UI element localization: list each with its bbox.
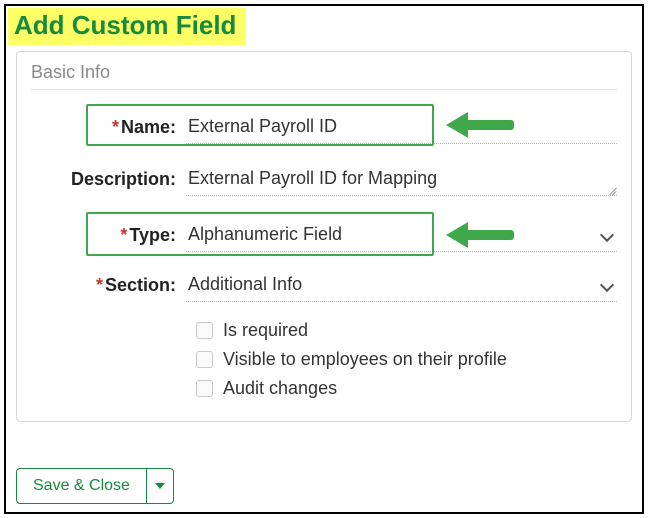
panel-heading: Basic Info bbox=[31, 62, 617, 90]
resize-handle-icon[interactable] bbox=[607, 185, 617, 195]
save-and-close-button[interactable]: Save & Close bbox=[16, 468, 146, 504]
panel-basic-info: Basic Info *Name: Description: External … bbox=[16, 51, 632, 422]
checkbox-icon bbox=[196, 380, 213, 397]
checkbox-label: Is required bbox=[223, 320, 308, 341]
checkbox-icon bbox=[196, 351, 213, 368]
row-section: *Section: Additional Info bbox=[31, 268, 617, 302]
section-label: *Section: bbox=[31, 275, 186, 296]
section-select[interactable]: Additional Info bbox=[186, 268, 617, 302]
description-input[interactable]: External Payroll ID for Mapping bbox=[186, 162, 617, 196]
name-input[interactable] bbox=[186, 110, 617, 144]
chevron-down-icon bbox=[599, 277, 615, 293]
required-asterisk: * bbox=[96, 275, 103, 295]
description-label: Description: bbox=[31, 169, 186, 190]
row-name: *Name: bbox=[31, 110, 617, 144]
checkbox-label: Visible to employees on their profile bbox=[223, 349, 507, 370]
checkbox-group: Is required Visible to employees on thei… bbox=[196, 320, 617, 399]
checkbox-visible-to-employees[interactable]: Visible to employees on their profile bbox=[196, 349, 617, 370]
page-title: Add Custom Field bbox=[8, 8, 246, 45]
row-description: Description: External Payroll ID for Map… bbox=[31, 162, 617, 196]
required-asterisk: * bbox=[120, 225, 127, 245]
required-asterisk: * bbox=[112, 117, 119, 137]
save-dropdown-button[interactable] bbox=[146, 468, 174, 504]
name-label: *Name: bbox=[31, 117, 186, 138]
caret-down-icon bbox=[155, 483, 165, 489]
checkbox-label: Audit changes bbox=[223, 378, 337, 399]
row-type: *Type: Alphanumeric Field bbox=[31, 218, 617, 252]
checkbox-is-required[interactable]: Is required bbox=[196, 320, 617, 341]
button-bar: Save & Close bbox=[16, 468, 174, 504]
chevron-down-icon bbox=[599, 227, 615, 243]
type-select[interactable]: Alphanumeric Field bbox=[186, 218, 617, 252]
checkbox-audit-changes[interactable]: Audit changes bbox=[196, 378, 617, 399]
type-label: *Type: bbox=[31, 225, 186, 246]
checkbox-icon bbox=[196, 322, 213, 339]
dialog: Add Custom Field Basic Info *Name: Descr… bbox=[4, 4, 644, 514]
